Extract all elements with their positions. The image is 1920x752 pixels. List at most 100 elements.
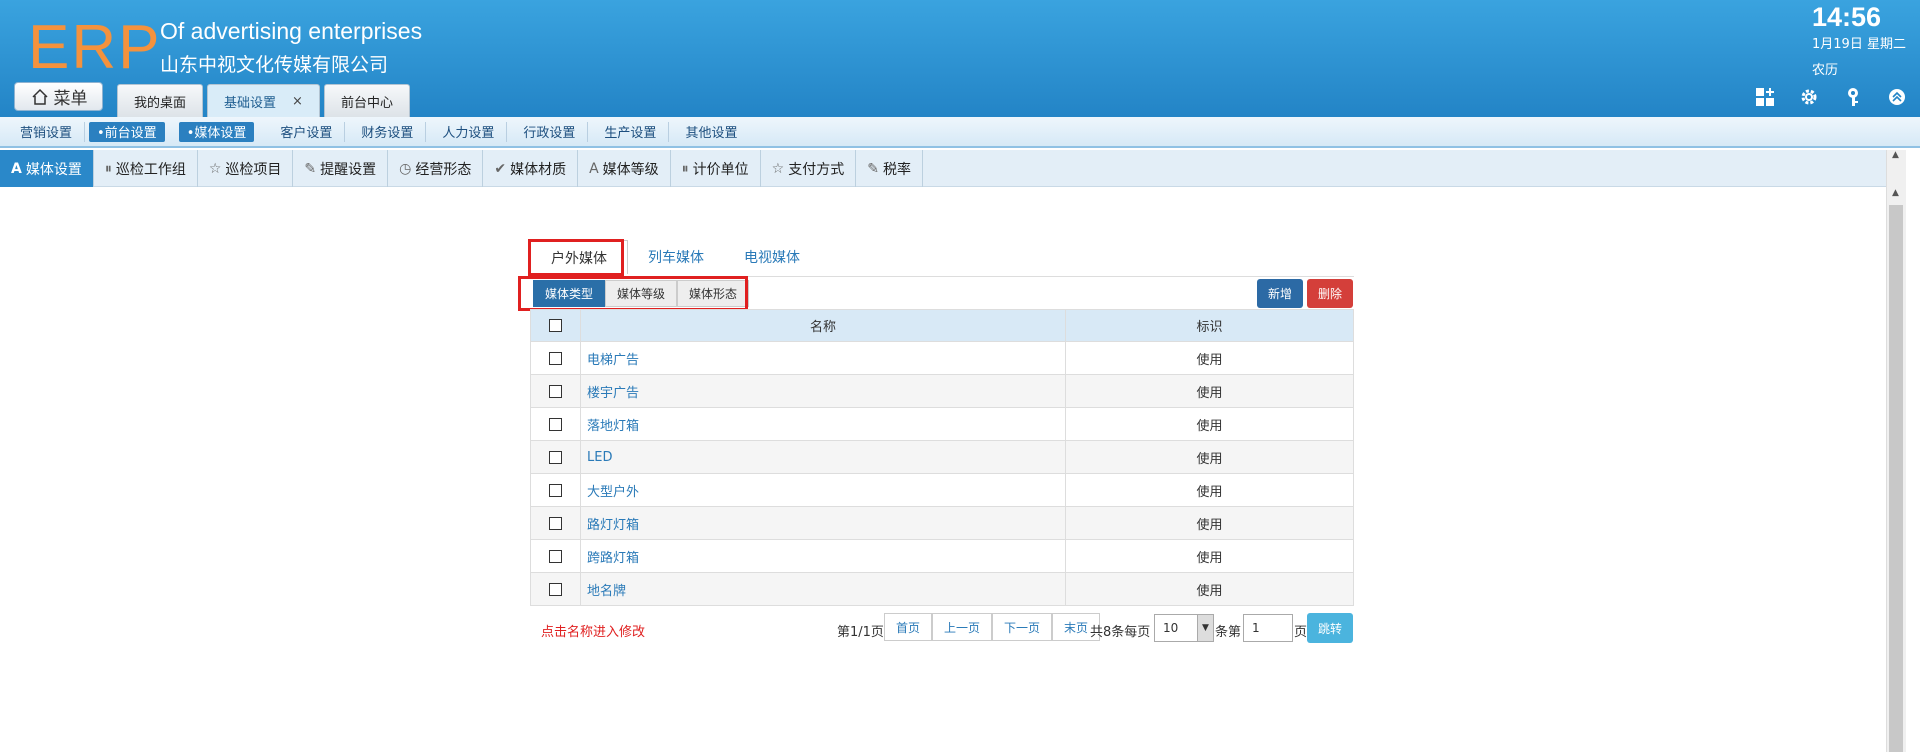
total-records: 共8条每页: [1090, 625, 1151, 640]
row-name-link[interactable]: 路灯灯箱: [580, 506, 1066, 540]
row-name-link[interactable]: 大型户外: [580, 473, 1066, 507]
gear-icon[interactable]: [1798, 86, 1820, 108]
tool-business-form[interactable]: ◷ 经营形态: [388, 150, 484, 187]
media-tool-nav: A 媒体设置 ⏸ 巡检工作组 ☆ 巡检项目 ✎ 提醒设置 ◷ 经营形态 ✔ 媒体材质 A 媒体…: [0, 150, 1886, 187]
row-checkbox[interactable]: [530, 506, 581, 540]
pencil-icon: ✎: [304, 160, 317, 177]
row-flag: 使用: [1065, 407, 1354, 441]
table-row: 楼宇广告 使用: [530, 374, 1354, 408]
tool-label: 经营形态: [415, 161, 472, 178]
row-name-link[interactable]: 跨路灯箱: [580, 539, 1066, 573]
collapse-up-icon[interactable]: [1886, 86, 1908, 108]
row-checkbox[interactable]: [530, 374, 581, 408]
pagination-bar: 点击名称进入修改 第1/1页 首页 上一页 下一页 末页 共8条每页 10 ▼ 条…: [530, 613, 1354, 643]
select-all-checkbox[interactable]: [530, 309, 581, 342]
subnav-finance[interactable]: 财务设置: [349, 121, 427, 142]
close-icon[interactable]: ×: [292, 94, 303, 109]
row-flag: 使用: [1065, 506, 1354, 540]
row-checkbox[interactable]: [530, 539, 581, 573]
company-name-en: Of advertising enterprises: [160, 18, 423, 44]
chevron-down-icon: ▼: [1197, 615, 1213, 641]
subnav-front-desk[interactable]: •前台设置: [89, 121, 165, 142]
column-header-flag: 标识: [1065, 309, 1354, 342]
row-flag: 使用: [1065, 440, 1354, 474]
app-header: ERP Of advertising enterprises 山东中视文化传媒有…: [0, 0, 1920, 117]
star-icon: ☆: [208, 160, 222, 177]
row-name-link[interactable]: 地名牌: [580, 572, 1066, 606]
menu-button-label: 菜单: [53, 89, 88, 109]
subnav-hr[interactable]: 人力设置: [430, 121, 508, 142]
row-name-link[interactable]: 落地灯箱: [580, 407, 1066, 441]
tool-pricing-unit[interactable]: ⏸ 计价单位: [671, 150, 761, 187]
tool-label: 支付方式: [788, 161, 845, 178]
tool-label: 媒体等级: [602, 161, 659, 178]
scrollbar-thumb[interactable]: [1889, 205, 1903, 752]
font-a-icon: A: [589, 160, 599, 177]
tab-label: 前台中心: [340, 95, 393, 111]
row-flag: 使用: [1065, 374, 1354, 408]
delete-button[interactable]: 删除: [1307, 279, 1353, 308]
tool-tax-rate[interactable]: ✎ 税率: [856, 150, 923, 187]
key-icon[interactable]: [1842, 86, 1864, 108]
per-page-label: 条第: [1215, 625, 1242, 640]
tab-label: 基础设置: [224, 95, 277, 111]
tool-label: 媒体材质: [510, 161, 567, 178]
table-row: 地名牌 使用: [530, 572, 1354, 606]
page-size-select[interactable]: 10 ▼: [1154, 614, 1214, 642]
row-name-link[interactable]: LED: [580, 440, 1066, 474]
erp-logo: ERP: [28, 13, 162, 82]
tool-media-settings[interactable]: A 媒体设置: [0, 150, 94, 187]
prev-page-button[interactable]: 上一页: [932, 613, 993, 641]
subnav-customer[interactable]: 客户设置: [268, 121, 346, 142]
page-number-input[interactable]: 1: [1243, 614, 1293, 642]
company-name-cn: 山东中视文化传媒有限公司: [160, 55, 389, 76]
scroll-up-icon[interactable]: ▲: [1892, 188, 1899, 198]
tool-reminder[interactable]: ✎ 提醒设置: [293, 150, 389, 187]
row-checkbox[interactable]: [530, 572, 581, 606]
row-checkbox[interactable]: [530, 407, 581, 441]
tab-my-desktop[interactable]: 我的桌面: [117, 84, 204, 117]
subnav-other[interactable]: 其他设置: [673, 122, 749, 142]
table-row: LED 使用: [530, 440, 1354, 474]
tool-label: 巡检项目: [225, 161, 282, 178]
star-icon: ☆: [771, 160, 785, 177]
tab-train-media[interactable]: 列车媒体: [628, 240, 724, 274]
row-checkbox[interactable]: [530, 473, 581, 507]
tool-inspection-item[interactable]: ☆ 巡检项目: [198, 150, 294, 187]
first-page-button[interactable]: 首页: [884, 613, 933, 641]
font-a-icon: A: [11, 160, 22, 177]
highlight-box: [518, 276, 748, 311]
row-name-link[interactable]: 电梯广告: [580, 341, 1066, 375]
row-checkbox[interactable]: [530, 341, 581, 375]
subnav-admin[interactable]: 行政设置: [511, 121, 589, 142]
row-name-link[interactable]: 楼宇广告: [580, 374, 1066, 408]
subnav-media[interactable]: •媒体设置: [178, 121, 255, 142]
tab-front-center[interactable]: 前台中心: [323, 84, 410, 117]
table-row: 落地灯箱 使用: [530, 407, 1354, 441]
grid-add-icon[interactable]: [1754, 86, 1776, 108]
subnav-production[interactable]: 生产设置: [592, 121, 670, 142]
lunar-date: 农历: [1812, 63, 1839, 78]
media-type-table: 名称 标识 电梯广告 使用 楼宇广告 使用 落地灯箱 使用 LED 使用 大型户外 使用 …: [530, 309, 1354, 606]
tool-media-level[interactable]: A 媒体等级: [578, 150, 671, 187]
table-row: 路灯灯箱 使用: [530, 506, 1354, 540]
scroll-up-icon[interactable]: ▲: [1892, 150, 1899, 160]
subnav-marketing[interactable]: 营销设置: [8, 121, 86, 142]
add-button[interactable]: 新增: [1257, 279, 1303, 308]
tool-media-material[interactable]: ✔ 媒体材质: [483, 150, 579, 187]
row-checkbox[interactable]: [530, 440, 581, 474]
next-page-button[interactable]: 下一页: [992, 613, 1053, 641]
row-flag: 使用: [1065, 539, 1354, 573]
menu-button[interactable]: 菜单: [14, 82, 103, 111]
clock-icon: ◷: [399, 160, 412, 177]
row-flag: 使用: [1065, 341, 1354, 375]
go-button[interactable]: 跳转: [1307, 613, 1353, 643]
tool-payment-method[interactable]: ☆ 支付方式: [761, 150, 857, 187]
tool-inspection-group[interactable]: ⏸ 巡检工作组: [94, 150, 198, 187]
page-size-value: 10: [1163, 621, 1179, 635]
check-icon: ✔: [494, 160, 507, 177]
page-label: 页: [1294, 625, 1308, 640]
tab-basic-settings[interactable]: 基础设置 ×: [207, 84, 320, 117]
column-header-name: 名称: [580, 309, 1066, 342]
tab-tv-media[interactable]: 电视媒体: [724, 240, 820, 274]
